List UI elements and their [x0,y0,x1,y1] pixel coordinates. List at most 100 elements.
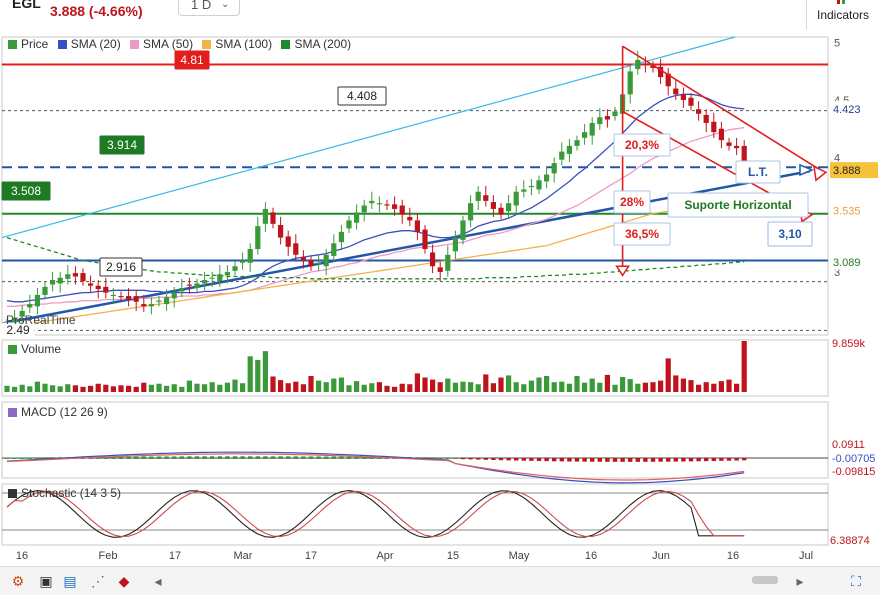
timeframe-selector[interactable]: 1 D ⌄ [178,0,240,16]
volume-bar [460,381,466,392]
layout-icon[interactable]: ▤ [62,573,78,589]
macd-histogram-bar [156,456,162,459]
volume-bar [513,382,519,392]
x-tick-label: Apr [376,550,393,562]
volume-bar [604,374,610,392]
volume-bar [407,384,413,392]
macd-histogram-bar [460,458,466,460]
candle-body [331,243,337,256]
legend-item-sma100[interactable]: SMA (100) [202,37,272,51]
macd-histogram-bar [559,458,564,462]
stochastic-value-tag: 6.38874 [830,535,870,547]
macd-histogram-bar [536,458,542,462]
volume-bar [483,374,489,392]
candle-body [369,200,375,204]
x-tick-label: 16 [16,550,28,562]
macd-histogram-bar [346,456,352,459]
macd-histogram-bar [567,458,572,462]
stock-chart[interactable]: 54.543.5316Feb17Mar17Apr15May16Jun16Jul4… [0,30,880,566]
candle-body [285,236,291,247]
volume-bar [34,381,40,392]
candle-body [437,267,443,272]
share-icon[interactable]: ⋰ [90,573,106,589]
volume-bar [718,381,724,392]
stochastic-pane-label[interactable]: Stochastic (14 3 5) [8,486,121,500]
price-change: 3.888 (-4.66%) [50,3,143,19]
chart-tools-icon[interactable]: ⚙ [10,573,26,589]
volume-bar [612,384,618,392]
volume-bar [338,377,344,392]
macd-histogram-bar [468,458,473,460]
volume-bar [232,379,238,392]
volume-bar [110,386,116,392]
macd-histogram-bar [666,458,671,462]
macd-histogram-bar [149,456,154,459]
volume-pane-label[interactable]: Volume [8,342,61,356]
macd-histogram-bar [711,458,716,461]
volume-bar [665,358,671,392]
macd-label: MACD (12 26 9) [21,405,108,419]
volume-bar [741,341,747,392]
volume-bar [696,384,702,392]
volume-bar [323,382,329,392]
volume-bar [445,378,451,392]
x-tick-label: 17 [305,550,317,562]
candle-body [34,294,40,307]
volume-bar [270,376,276,392]
candle-body [164,297,170,305]
candle-body [604,116,610,120]
macd-histogram-bar [673,458,678,462]
macd-histogram-bar [141,456,146,459]
x-tick-label: Mar [234,550,253,562]
fullscreen-icon[interactable]: ⛶ [848,573,864,589]
legend-label-sma50: SMA (50) [143,37,194,51]
volume-bar [186,380,192,392]
save-icon[interactable]: ▣ [38,573,54,589]
volume-bar [278,380,284,392]
volume-bar [680,378,686,392]
candle-body [338,231,344,243]
macd-histogram-bar [726,458,732,461]
indicators-button[interactable]: Indicators [806,0,879,30]
candle-body [133,296,139,302]
scroll-right-icon[interactable]: ▸ [792,573,808,589]
macd-pane-label[interactable]: MACD (12 26 9) [8,405,108,419]
legend-item-sma20[interactable]: SMA (20) [57,37,121,51]
legend-item-sma200[interactable]: SMA (200) [281,37,351,51]
volume-max-label: 9.859k [832,338,866,350]
candle-body [293,243,299,255]
candle-body [612,111,618,117]
candle-body [171,292,177,299]
macd-histogram-bar [12,457,17,459]
candle-body [422,229,428,250]
macd-histogram-bar [35,457,40,459]
legend-item-sma50[interactable]: SMA (50) [130,37,193,51]
candle-body [673,88,679,95]
alert-icon[interactable]: ◆ [116,573,132,589]
scrollbar-thumb[interactable] [752,576,778,584]
volume-bar [202,384,208,392]
macd-value-tag: 0.0911 [832,439,865,451]
candle-body [521,189,527,192]
macd-histogram-bar [164,456,169,459]
legend-item-price[interactable]: Price [8,37,48,51]
macd-histogram-bar [27,457,32,459]
macd-histogram-bar [650,458,656,462]
level-tag-4-408-text: 4.408 [347,89,377,103]
scroll-left-icon[interactable]: ◂ [150,573,166,589]
candle-body [544,174,550,182]
stochastic-label: Stochastic (14 3 5) [21,486,122,500]
level-tag-3-10-text: 3,10 [778,227,802,241]
candle-body [50,279,56,285]
macd-histogram-bar [514,458,519,461]
volume-bar [703,382,709,392]
level-tag-4-81-text: 4.81 [180,53,204,67]
chart-legend: Price SMA (20) SMA (50) SMA (100) SMA (2… [8,37,357,51]
volume-bar [247,356,253,392]
symbol-ticker[interactable]: EGL [12,0,41,11]
candle-body [642,63,648,65]
watermark-text: ProRealTime [6,313,76,327]
macd-histogram-bar [597,458,602,462]
macd-histogram-bar [483,458,488,460]
macd-histogram-bar [506,458,511,461]
